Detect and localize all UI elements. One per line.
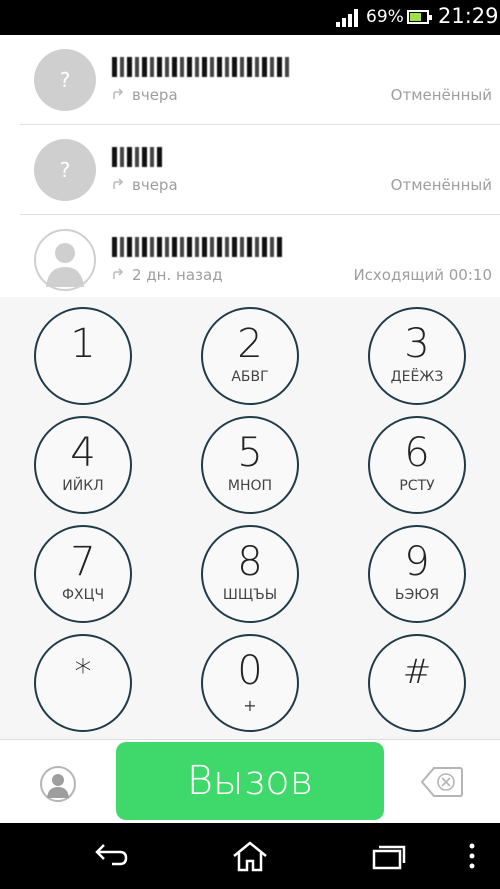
call-log-list: ? вчера Отменённый ? вчера Отменённый 2 … (0, 35, 500, 297)
key-7[interactable]: 7 ФХЦЧ (34, 525, 132, 623)
battery-percent: 69% (366, 7, 404, 27)
call-time: вчера (132, 176, 178, 194)
call-time: 2 дн. назад (132, 266, 223, 284)
system-navigation-bar (0, 823, 500, 889)
blurred-contact-name (112, 147, 164, 167)
unknown-contact-avatar: ? (34, 139, 96, 201)
unknown-contact-avatar: ? (34, 49, 96, 111)
call-time: вчера (132, 86, 178, 104)
clock: 21:29 (438, 4, 499, 28)
home-icon[interactable] (230, 840, 270, 872)
call-button[interactable]: Вызов (116, 742, 384, 820)
battery-level (410, 13, 421, 21)
battery-icon (407, 10, 432, 24)
back-arrow-icon[interactable] (92, 840, 132, 872)
contacts-button[interactable] (40, 766, 76, 802)
person-silhouette-icon (46, 243, 84, 287)
call-status: Отменённый (390, 176, 492, 194)
dial-keypad: 1 2 АБВГ 3 ДЕЁЖЗ 4 ИЙКЛ 5 МНОП 6 РСТУ 7 … (0, 297, 500, 739)
key-5[interactable]: 5 МНОП (201, 416, 299, 514)
status-bar: 69% 21:29 (0, 0, 500, 35)
key-8[interactable]: 8 ШЩЪЫ (201, 525, 299, 623)
dialer-action-bar: Вызов (0, 739, 500, 823)
call-log-entry[interactable]: 2 дн. назад Исходящий 00:10 (20, 215, 500, 305)
backspace-button[interactable] (420, 766, 464, 798)
recent-apps-icon[interactable] (368, 840, 408, 872)
key-6[interactable]: 6 РСТУ (368, 416, 466, 514)
key-3[interactable]: 3 ДЕЁЖЗ (368, 307, 466, 405)
key-4[interactable]: 4 ИЙКЛ (34, 416, 132, 514)
outgoing-call-arrow-icon (113, 178, 124, 189)
blurred-contact-name (112, 237, 284, 257)
blurred-contact-name (112, 57, 292, 77)
contact-avatar (34, 229, 96, 291)
key-2[interactable]: 2 АБВГ (201, 307, 299, 405)
key-0[interactable]: 0 + (201, 634, 299, 732)
outgoing-call-arrow-icon (113, 88, 124, 99)
key-star[interactable]: * (34, 634, 132, 732)
call-log-entry[interactable]: ? вчера Отменённый (20, 35, 500, 125)
backspace-icon (420, 767, 463, 797)
outgoing-call-arrow-icon (113, 268, 124, 279)
call-status: Отменённый (390, 86, 492, 104)
call-log-entry[interactable]: ? вчера Отменённый (20, 125, 500, 215)
key-9[interactable]: 9 ЬЭЮЯ (368, 525, 466, 623)
signal-icon (336, 9, 358, 27)
overflow-menu-icon[interactable] (452, 840, 492, 872)
person-icon (47, 774, 69, 798)
key-1[interactable]: 1 (34, 307, 132, 405)
call-status: Исходящий 00:10 (353, 266, 492, 284)
key-hash[interactable]: # (368, 634, 466, 732)
